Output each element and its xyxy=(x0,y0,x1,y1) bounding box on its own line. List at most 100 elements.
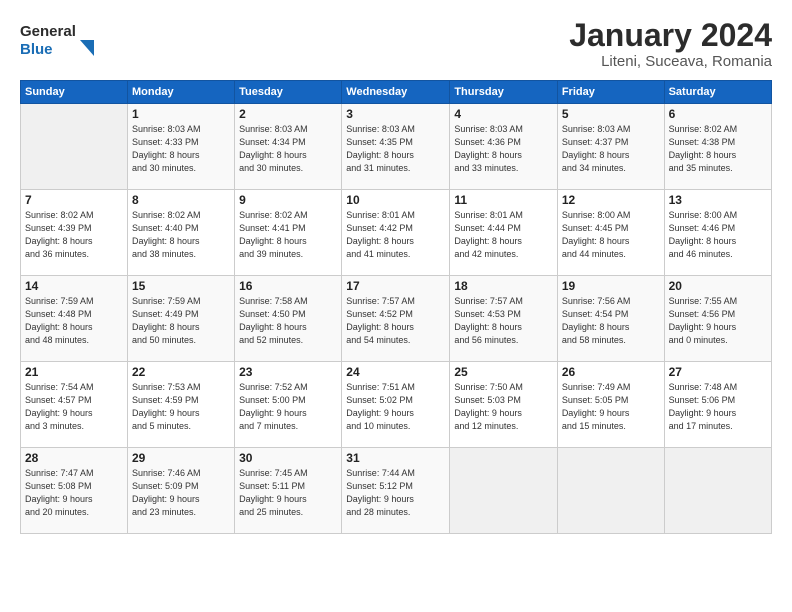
day-detail: Sunrise: 8:01 AMSunset: 4:42 PMDaylight:… xyxy=(346,209,445,261)
logo-svg: General Blue xyxy=(20,18,110,58)
day-number: 22 xyxy=(132,365,230,379)
calendar-cell: 22 Sunrise: 7:53 AMSunset: 4:59 PMDayligh… xyxy=(128,362,235,448)
calendar-week-3: 14Sunrise: 7:59 AMSunset: 4:48 PMDayligh… xyxy=(21,276,772,362)
calendar-cell xyxy=(664,448,771,534)
day-detail: Sunrise: 8:02 AMSunset: 4:40 PMDaylight:… xyxy=(132,209,230,261)
calendar-subtitle: Liteni, Suceava, Romania xyxy=(569,53,772,70)
calendar-cell: 3 Sunrise: 8:03 AMSunset: 4:35 PMDaylight… xyxy=(342,104,450,190)
day-number: 24 xyxy=(346,365,445,379)
calendar-week-4: 21 Sunrise: 7:54 AMSunset: 4:57 PMDayligh… xyxy=(21,362,772,448)
calendar-cell: 19 Sunrise: 7:56 AMSunset: 4:54 PMDayligh… xyxy=(557,276,664,362)
day-number: 18 xyxy=(454,279,552,293)
day-detail: Sunrise: 8:02 AMSunset: 4:38 PMDaylight:… xyxy=(669,123,767,175)
svg-text:Blue: Blue xyxy=(20,41,53,58)
calendar-week-1: 1 Sunrise: 8:03 AMSunset: 4:33 PMDaylight… xyxy=(21,104,772,190)
col-sunday: Sunday xyxy=(21,81,128,104)
day-number: 21 xyxy=(25,365,123,379)
day-number: 10 xyxy=(346,193,445,207)
day-detail: Sunrise: 7:59 AMSunset: 4:48 PMDaylight:… xyxy=(25,295,123,347)
header: General Blue January 2024 Liteni, Suceav… xyxy=(20,18,772,70)
calendar-cell: 25 Sunrise: 7:50 AMSunset: 5:03 PMDayligh… xyxy=(450,362,557,448)
svg-text:General: General xyxy=(20,23,76,40)
day-detail: Sunrise: 7:53 AMSunset: 4:59 PMDaylight:… xyxy=(132,381,230,433)
calendar-cell: 6Sunrise: 8:02 AMSunset: 4:38 PMDaylight… xyxy=(664,104,771,190)
day-detail: Sunrise: 7:52 AMSunset: 5:00 PMDaylight:… xyxy=(239,381,337,433)
day-detail: Sunrise: 7:58 AMSunset: 4:50 PMDaylight:… xyxy=(239,295,337,347)
day-detail: Sunrise: 7:47 AMSunset: 5:08 PMDaylight:… xyxy=(25,467,123,519)
day-detail: Sunrise: 8:02 AMSunset: 4:41 PMDaylight:… xyxy=(239,209,337,261)
calendar-cell xyxy=(21,104,128,190)
calendar-cell: 23 Sunrise: 7:52 AMSunset: 5:00 PMDayligh… xyxy=(235,362,342,448)
day-detail: Sunrise: 7:51 AMSunset: 5:02 PMDaylight:… xyxy=(346,381,445,433)
day-detail: Sunrise: 7:57 AMSunset: 4:53 PMDaylight:… xyxy=(454,295,552,347)
calendar-cell: 21 Sunrise: 7:54 AMSunset: 4:57 PMDayligh… xyxy=(21,362,128,448)
day-detail: Sunrise: 8:03 AMSunset: 4:34 PMDaylight:… xyxy=(239,123,337,175)
calendar-cell: 27Sunrise: 7:48 AMSunset: 5:06 PMDayligh… xyxy=(664,362,771,448)
day-number: 12 xyxy=(562,193,660,207)
calendar-cell: 24 Sunrise: 7:51 AMSunset: 5:02 PMDayligh… xyxy=(342,362,450,448)
day-number: 5 xyxy=(562,107,660,121)
calendar-cell: 9Sunrise: 8:02 AMSunset: 4:41 PMDaylight… xyxy=(235,190,342,276)
col-saturday: Saturday xyxy=(664,81,771,104)
day-number: 29 xyxy=(132,451,230,465)
day-number: 1 xyxy=(132,107,230,121)
calendar-cell: 1 Sunrise: 8:03 AMSunset: 4:33 PMDaylight… xyxy=(128,104,235,190)
calendar-cell: 7Sunrise: 8:02 AMSunset: 4:39 PMDaylight… xyxy=(21,190,128,276)
calendar-cell: 11Sunrise: 8:01 AMSunset: 4:44 PMDayligh… xyxy=(450,190,557,276)
col-friday: Friday xyxy=(557,81,664,104)
day-number: 16 xyxy=(239,279,337,293)
day-detail: Sunrise: 8:00 AMSunset: 4:46 PMDaylight:… xyxy=(669,209,767,261)
day-number: 27 xyxy=(669,365,767,379)
day-number: 11 xyxy=(454,193,552,207)
calendar-title: January 2024 xyxy=(569,18,772,53)
day-number: 31 xyxy=(346,451,445,465)
day-detail: Sunrise: 8:03 AMSunset: 4:35 PMDaylight:… xyxy=(346,123,445,175)
title-block: January 2024 Liteni, Suceava, Romania xyxy=(569,18,772,70)
calendar-week-2: 7Sunrise: 8:02 AMSunset: 4:39 PMDaylight… xyxy=(21,190,772,276)
day-number: 19 xyxy=(562,279,660,293)
day-number: 30 xyxy=(239,451,337,465)
calendar-cell: 17Sunrise: 7:57 AMSunset: 4:52 PMDayligh… xyxy=(342,276,450,362)
calendar-cell: 30 Sunrise: 7:45 AMSunset: 5:11 PMDayligh… xyxy=(235,448,342,534)
calendar-cell: 5 Sunrise: 8:03 AMSunset: 4:37 PMDaylight… xyxy=(557,104,664,190)
calendar-cell: 16 Sunrise: 7:58 AMSunset: 4:50 PMDayligh… xyxy=(235,276,342,362)
calendar-header-row: Sunday Monday Tuesday Wednesday Thursday… xyxy=(21,81,772,104)
calendar-cell: 18 Sunrise: 7:57 AMSunset: 4:53 PMDayligh… xyxy=(450,276,557,362)
calendar-cell: 13 Sunrise: 8:00 AMSunset: 4:46 PMDayligh… xyxy=(664,190,771,276)
day-detail: Sunrise: 8:02 AMSunset: 4:39 PMDaylight:… xyxy=(25,209,123,261)
day-detail: Sunrise: 7:55 AMSunset: 4:56 PMDaylight:… xyxy=(669,295,767,347)
calendar-cell: 8Sunrise: 8:02 AMSunset: 4:40 PMDaylight… xyxy=(128,190,235,276)
day-number: 2 xyxy=(239,107,337,121)
day-detail: Sunrise: 7:59 AMSunset: 4:49 PMDaylight:… xyxy=(132,295,230,347)
calendar-cell: 26Sunrise: 7:49 AMSunset: 5:05 PMDayligh… xyxy=(557,362,664,448)
day-detail: Sunrise: 7:50 AMSunset: 5:03 PMDaylight:… xyxy=(454,381,552,433)
calendar-cell: 10 Sunrise: 8:01 AMSunset: 4:42 PMDayligh… xyxy=(342,190,450,276)
day-detail: Sunrise: 7:46 AMSunset: 5:09 PMDaylight:… xyxy=(132,467,230,519)
calendar-cell: 31 Sunrise: 7:44 AMSunset: 5:12 PMDayligh… xyxy=(342,448,450,534)
day-detail: Sunrise: 7:54 AMSunset: 4:57 PMDaylight:… xyxy=(25,381,123,433)
calendar-cell: 12 Sunrise: 8:00 AMSunset: 4:45 PMDayligh… xyxy=(557,190,664,276)
calendar-cell: 15 Sunrise: 7:59 AMSunset: 4:49 PMDayligh… xyxy=(128,276,235,362)
day-detail: Sunrise: 7:57 AMSunset: 4:52 PMDaylight:… xyxy=(346,295,445,347)
day-number: 4 xyxy=(454,107,552,121)
day-detail: Sunrise: 7:45 AMSunset: 5:11 PMDaylight:… xyxy=(239,467,337,519)
calendar-cell: 2 Sunrise: 8:03 AMSunset: 4:34 PMDaylight… xyxy=(235,104,342,190)
day-number: 3 xyxy=(346,107,445,121)
calendar-cell: 20Sunrise: 7:55 AMSunset: 4:56 PMDayligh… xyxy=(664,276,771,362)
col-tuesday: Tuesday xyxy=(235,81,342,104)
day-detail: Sunrise: 7:44 AMSunset: 5:12 PMDaylight:… xyxy=(346,467,445,519)
day-number: 15 xyxy=(132,279,230,293)
page: General Blue January 2024 Liteni, Suceav… xyxy=(0,0,792,612)
calendar-table: Sunday Monday Tuesday Wednesday Thursday… xyxy=(20,80,772,534)
day-number: 25 xyxy=(454,365,552,379)
day-detail: Sunrise: 8:03 AMSunset: 4:37 PMDaylight:… xyxy=(562,123,660,175)
day-detail: Sunrise: 8:03 AMSunset: 4:33 PMDaylight:… xyxy=(132,123,230,175)
col-monday: Monday xyxy=(128,81,235,104)
day-number: 13 xyxy=(669,193,767,207)
day-number: 28 xyxy=(25,451,123,465)
day-detail: Sunrise: 7:56 AMSunset: 4:54 PMDaylight:… xyxy=(562,295,660,347)
day-detail: Sunrise: 8:03 AMSunset: 4:36 PMDaylight:… xyxy=(454,123,552,175)
day-detail: Sunrise: 7:49 AMSunset: 5:05 PMDaylight:… xyxy=(562,381,660,433)
day-detail: Sunrise: 8:00 AMSunset: 4:45 PMDaylight:… xyxy=(562,209,660,261)
day-number: 23 xyxy=(239,365,337,379)
